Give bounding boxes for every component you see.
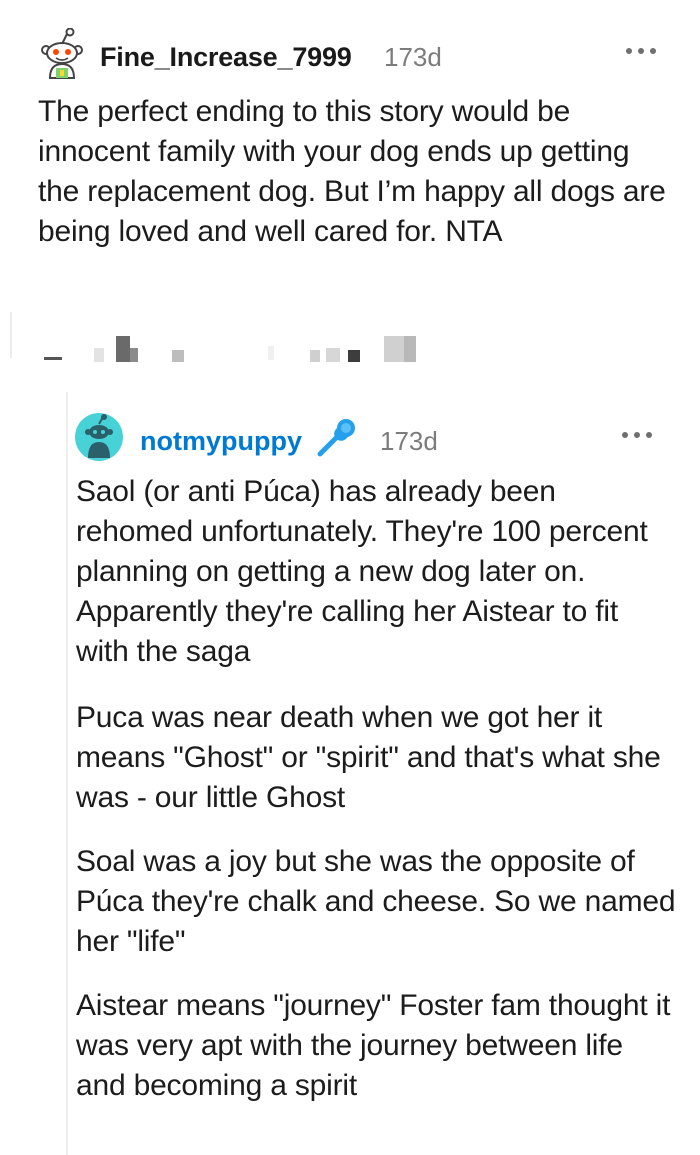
reply-paragraph: Puca was near death when we got her it m… <box>76 701 661 814</box>
comment-timestamp: 173d <box>384 42 442 72</box>
more-options-icon[interactable] <box>624 40 660 60</box>
microphone-icon <box>314 414 360 460</box>
more-options-icon[interactable] <box>620 424 656 444</box>
thread-indent-line[interactable] <box>66 392 68 1155</box>
comment-header: Fine_Increase_7999 173d <box>38 27 678 84</box>
reply-timestamp: 173d <box>380 426 438 456</box>
comment-action-bar <box>44 336 464 366</box>
comment-author[interactable]: Fine_Increase_7999 <box>100 42 352 73</box>
reply-paragraph: Saol (or anti Púca) has already been reh… <box>76 475 648 668</box>
reply-comment: notmypuppy 173d Saol (or anti Púca) has … <box>66 392 700 1155</box>
reply-paragraph: Soal was a joy but she was the opposite … <box>76 845 676 958</box>
comment-body: The perfect ending to this story would b… <box>38 95 666 248</box>
reply-author[interactable]: notmypuppy <box>140 426 302 457</box>
snoo-avatar-icon[interactable] <box>38 27 86 84</box>
user-avatar-icon[interactable] <box>74 412 124 462</box>
reply-paragraph: Aistear means "journey" Foster fam thoug… <box>76 989 671 1102</box>
thread-collapse-line[interactable] <box>10 312 12 358</box>
